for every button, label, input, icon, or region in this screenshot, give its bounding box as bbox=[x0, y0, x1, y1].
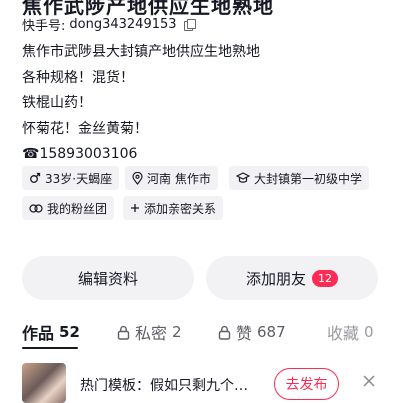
graduation-cap-icon bbox=[236, 172, 250, 183]
tab-works[interactable]: 作品 52 bbox=[22, 320, 80, 344]
bio-line: 焦作市武陟县大封镇产地供应生地熟地 bbox=[22, 44, 260, 60]
kuaishou-id-value: dong343249153 bbox=[69, 17, 177, 32]
tab-works-label: 作品 bbox=[22, 324, 55, 343]
hot-template-text[interactable]: 热门模板：假如只剩九个… bbox=[80, 375, 248, 395]
tab-favorites[interactable]: 收藏 0 bbox=[327, 320, 374, 344]
profile-tabs: 作品 52 私密 2 赞 687 收藏 0 bbox=[0, 320, 400, 344]
kuaishou-id-label: 快手号: bbox=[22, 19, 66, 34]
add-friend-label: 添加朋友 bbox=[245, 269, 306, 288]
close-icon[interactable] bbox=[362, 374, 376, 388]
male-icon bbox=[30, 172, 41, 183]
tab-favorites-label: 收藏 bbox=[327, 324, 360, 343]
tag-age-label: 33岁·天蝎座 bbox=[45, 171, 113, 186]
location-pin-icon bbox=[132, 171, 143, 185]
tag-fans-label: 我的粉丝团 bbox=[47, 201, 108, 216]
tab-works-count: 52 bbox=[59, 323, 80, 341]
bio-line-phone: ☎15893003106 bbox=[22, 146, 138, 162]
kuaishou-id-row[interactable]: 快手号: dong343249153 bbox=[22, 15, 196, 34]
template-thumbnail[interactable] bbox=[22, 363, 66, 403]
add-friend-button[interactable]: 添加朋友 12 bbox=[206, 256, 378, 300]
bio: 焦作市武陟县大封镇产地供应生地熟地 各种规格！混货！ 铁棍山药！ 怀菊花！金丝黄… bbox=[22, 40, 260, 168]
tag-add-relation[interactable]: 添加亲密关系 bbox=[123, 196, 224, 220]
publish-button-label: 去发布 bbox=[285, 377, 328, 393]
active-tab-indicator bbox=[22, 347, 78, 349]
bio-line: 怀菊花！金丝黄菊！ bbox=[22, 120, 148, 137]
tag-age[interactable]: 33岁·天蝎座 bbox=[22, 166, 120, 190]
tab-private-count: 2 bbox=[172, 323, 182, 341]
tab-likes-count: 687 bbox=[257, 323, 286, 341]
tab-likes[interactable]: 赞 687 bbox=[218, 320, 286, 344]
tab-favorites-count: 0 bbox=[364, 323, 374, 341]
tab-private[interactable]: 私密 2 bbox=[117, 320, 182, 344]
tab-private-label: 私密 bbox=[135, 324, 168, 343]
fan-group-icon bbox=[29, 203, 43, 213]
bio-line: 各种规格！混货！ bbox=[22, 69, 134, 86]
tab-likes-label: 赞 bbox=[236, 324, 253, 343]
friend-request-badge: 12 bbox=[312, 269, 338, 287]
plus-icon bbox=[131, 204, 139, 212]
tag-add-relation-label: 添加亲密关系 bbox=[144, 201, 217, 216]
bio-line: 铁棍山药！ bbox=[22, 95, 92, 111]
tag-school-label: 大封镇第一初级中学 bbox=[254, 171, 363, 186]
lock-icon bbox=[218, 325, 231, 340]
edit-profile-label: 编辑资料 bbox=[77, 269, 138, 288]
lock-icon bbox=[117, 325, 130, 340]
copy-icon[interactable] bbox=[183, 19, 196, 31]
publish-button[interactable]: 去发布 bbox=[274, 368, 339, 400]
edit-profile-button[interactable]: 编辑资料 bbox=[22, 256, 194, 300]
tag-location[interactable]: 河南 焦作市 bbox=[125, 166, 218, 190]
tag-location-label: 河南 焦作市 bbox=[147, 171, 211, 186]
tag-school[interactable]: 大封镇第一初级中学 bbox=[229, 166, 370, 190]
tag-fans[interactable]: 我的粉丝团 bbox=[22, 196, 115, 220]
